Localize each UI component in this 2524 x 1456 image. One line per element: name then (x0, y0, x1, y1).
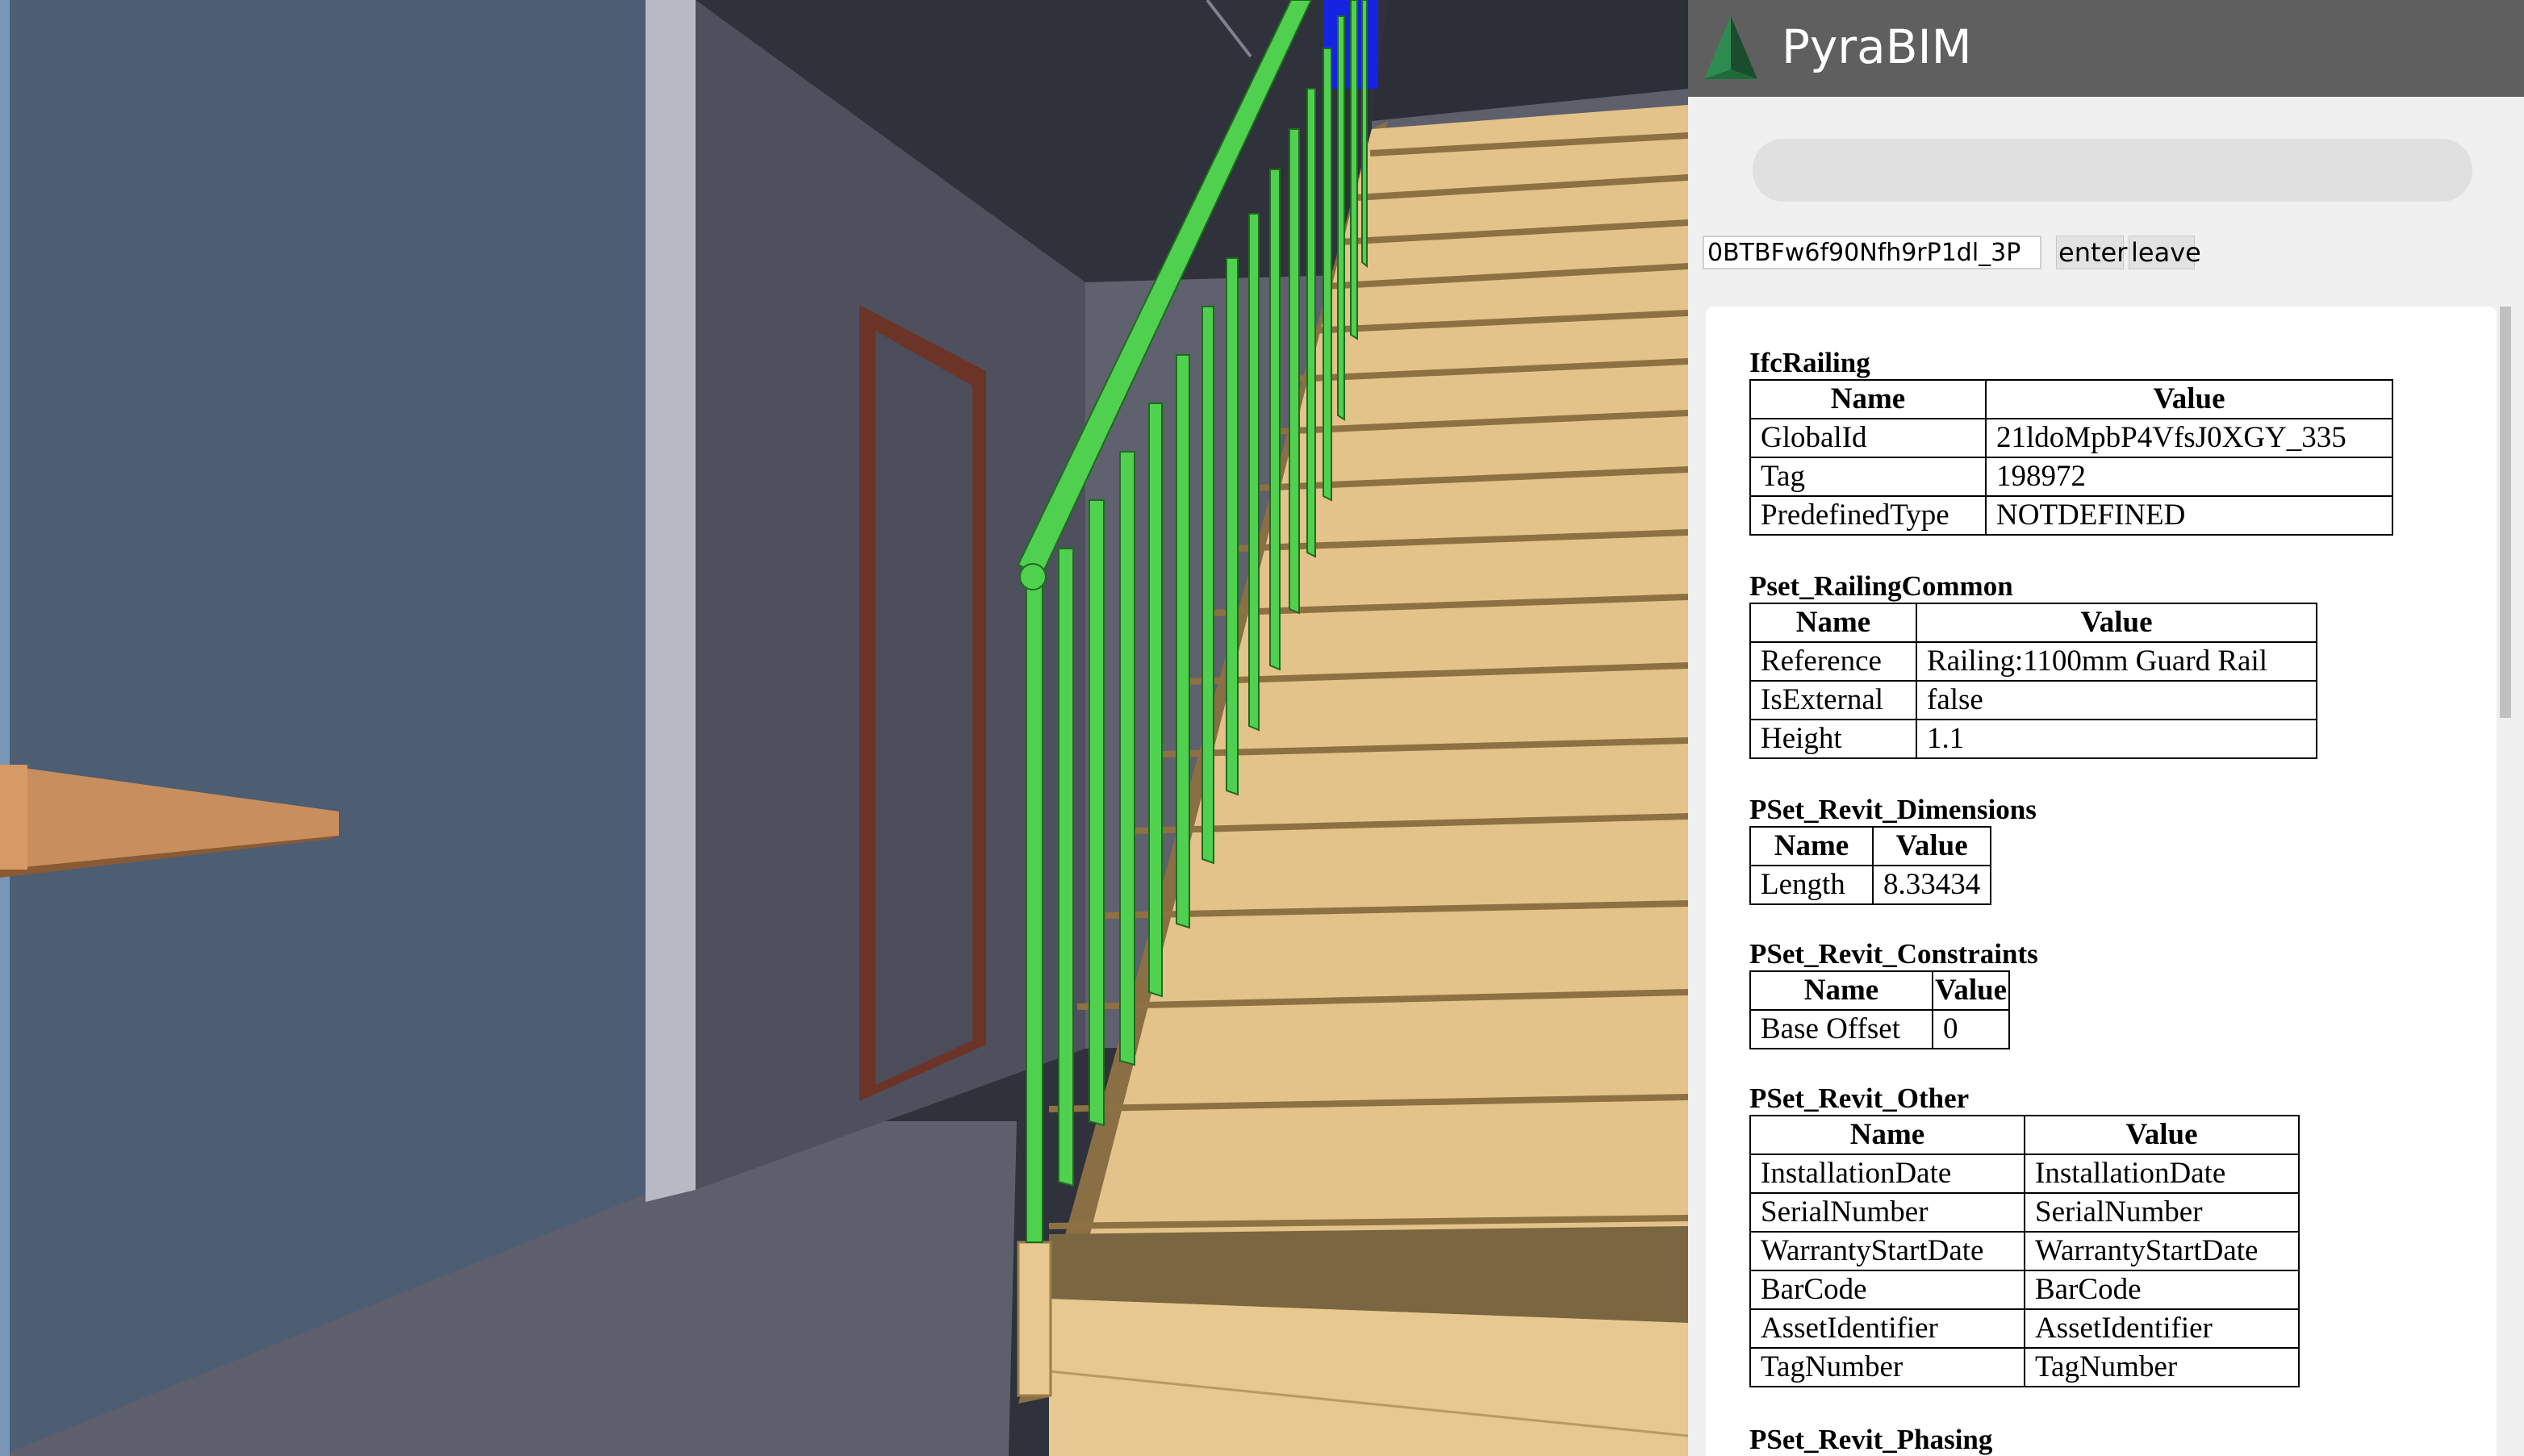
property-set-title: Pset_RailingCommon (1749, 570, 2013, 602)
app-title: PyraBIM (1782, 19, 1972, 74)
property-table: Name Value GlobalId 21ldoMpbP4VfsJ0XGY_33… (1749, 379, 2393, 536)
property-set-title: PSet_Revit_Other (1749, 1083, 1970, 1114)
property-table: Name Value Length 8.33434 (1749, 826, 1992, 905)
table-row: WarrantyStartDate WarrantyStartDate (1749, 1231, 2300, 1271)
scrollbar-thumb[interactable] (2500, 307, 2511, 718)
property-set-title: PSet_Revit_Dimensions (1749, 794, 2037, 825)
property-set-title: IfcRailing (1749, 347, 1870, 378)
property-set-revit-other: PSet_Revit_Other Name Value Installation… (1749, 1083, 2300, 1387)
property-set-title: PSet_Revit_Constraints (1749, 938, 2038, 970)
table-row: PredefinedType NOTDEFINED (1749, 495, 2393, 536)
property-value: Railing:1100mm Guard Rail (1916, 641, 2317, 682)
table-row: Length 8.33434 (1749, 865, 1992, 905)
column-header: Value (1985, 379, 2393, 419)
column-header: Name (1749, 379, 1987, 419)
leave-button[interactable]: leave (2129, 236, 2201, 269)
property-name: AssetIdentifier (1749, 1308, 2025, 1349)
search-input[interactable] (1753, 139, 2472, 202)
table-row: Tag 198972 (1749, 457, 2393, 497)
column-header: Name (1749, 970, 1933, 1011)
property-value: 1.1 (1916, 719, 2317, 759)
table-row: SerialNumber SerialNumber (1749, 1192, 2300, 1233)
property-value: NOTDEFINED (1985, 495, 2393, 536)
property-set-title: PSet_Revit_Phasing (1749, 1424, 1993, 1455)
column-header: Value (1916, 603, 2317, 643)
property-name: TagNumber (1749, 1347, 2025, 1387)
property-name: BarCode (1749, 1270, 2025, 1310)
property-value: false (1916, 680, 2317, 720)
table-row: IsExternal false (1749, 680, 2317, 720)
property-table: Name Value Base Offset 0 (1749, 970, 2011, 1049)
property-set-ifcrailing: IfcRailing Name Value GlobalId 21ldoMpbP4… (1749, 347, 2393, 536)
property-set-railing-common: Pset_RailingCommon Name Value Reference R… (1749, 570, 2317, 759)
column-header: Value (2024, 1115, 2300, 1155)
table-row: InstallationDate InstallationDate (1749, 1154, 2300, 1194)
3d-viewport[interactable] (0, 0, 1688, 1456)
property-name: Base Offset (1749, 1009, 1933, 1049)
table-row: Height 1.1 (1749, 719, 2317, 759)
enter-button[interactable]: enter (2056, 236, 2127, 269)
properties-panel: PyraBIM enter leave IfcRailing Name Valu… (1688, 0, 2524, 1456)
table-row: Reference Railing:1100mm Guard Rail (1749, 641, 2317, 682)
table-row: GlobalId 21ldoMpbP4VfsJ0XGY_335 (1749, 418, 2393, 458)
property-value: AssetIdentifier (2024, 1308, 2300, 1349)
property-name: Reference (1749, 641, 1917, 682)
property-value: InstallationDate (2024, 1154, 2300, 1194)
property-table: Name Value Reference Railing:1100mm Guard… (1749, 603, 2317, 759)
property-name: Height (1749, 719, 1917, 759)
property-name: Tag (1749, 457, 1987, 497)
property-set-revit-constraints: PSet_Revit_Constraints Name Value Base O… (1749, 938, 2038, 1049)
property-name: PredefinedType (1749, 495, 1987, 536)
column-header: Value (1871, 826, 1992, 866)
property-value: 198972 (1985, 457, 2393, 497)
property-value: TagNumber (2024, 1347, 2300, 1387)
column-header: Name (1749, 826, 1874, 866)
property-table: Name Value InstallationDate InstallationD… (1749, 1115, 2300, 1387)
property-name: SerialNumber (1749, 1192, 2025, 1233)
property-name: Length (1749, 865, 1874, 905)
properties-list[interactable]: IfcRailing Name Value GlobalId 21ldoMpbP4… (1706, 307, 2497, 1456)
app-header: PyraBIM (1688, 0, 2524, 97)
property-value: 21ldoMpbP4VfsJ0XGY_335 (1985, 418, 2393, 458)
property-name: IsExternal (1749, 680, 1917, 720)
property-name: GlobalId (1749, 418, 1987, 458)
column-header: Name (1749, 1115, 2025, 1155)
column-header: Name (1749, 603, 1917, 643)
property-name: InstallationDate (1749, 1154, 2025, 1194)
column-header: Value (1931, 970, 2011, 1011)
table-row: Base Offset 0 (1749, 1009, 2011, 1049)
property-value: 8.33434 (1871, 865, 1992, 905)
table-row: AssetIdentifier AssetIdentifier (1749, 1308, 2300, 1349)
property-value: 0 (1931, 1009, 2011, 1049)
property-name: WarrantyStartDate (1749, 1231, 2025, 1271)
property-value: BarCode (2024, 1270, 2300, 1310)
table-row: BarCode BarCode (1749, 1270, 2300, 1310)
property-set-revit-phasing: PSet_Revit_Phasing (1749, 1424, 1992, 1456)
property-set-revit-dimensions: PSet_Revit_Dimensions Name Value Length 8… (1749, 794, 2037, 905)
property-value: SerialNumber (2024, 1192, 2300, 1233)
table-row: TagNumber TagNumber (1749, 1347, 2300, 1387)
property-value: WarrantyStartDate (2024, 1231, 2300, 1271)
global-id-input[interactable] (1703, 236, 2041, 269)
pyramid-logo-icon (1704, 16, 1757, 79)
